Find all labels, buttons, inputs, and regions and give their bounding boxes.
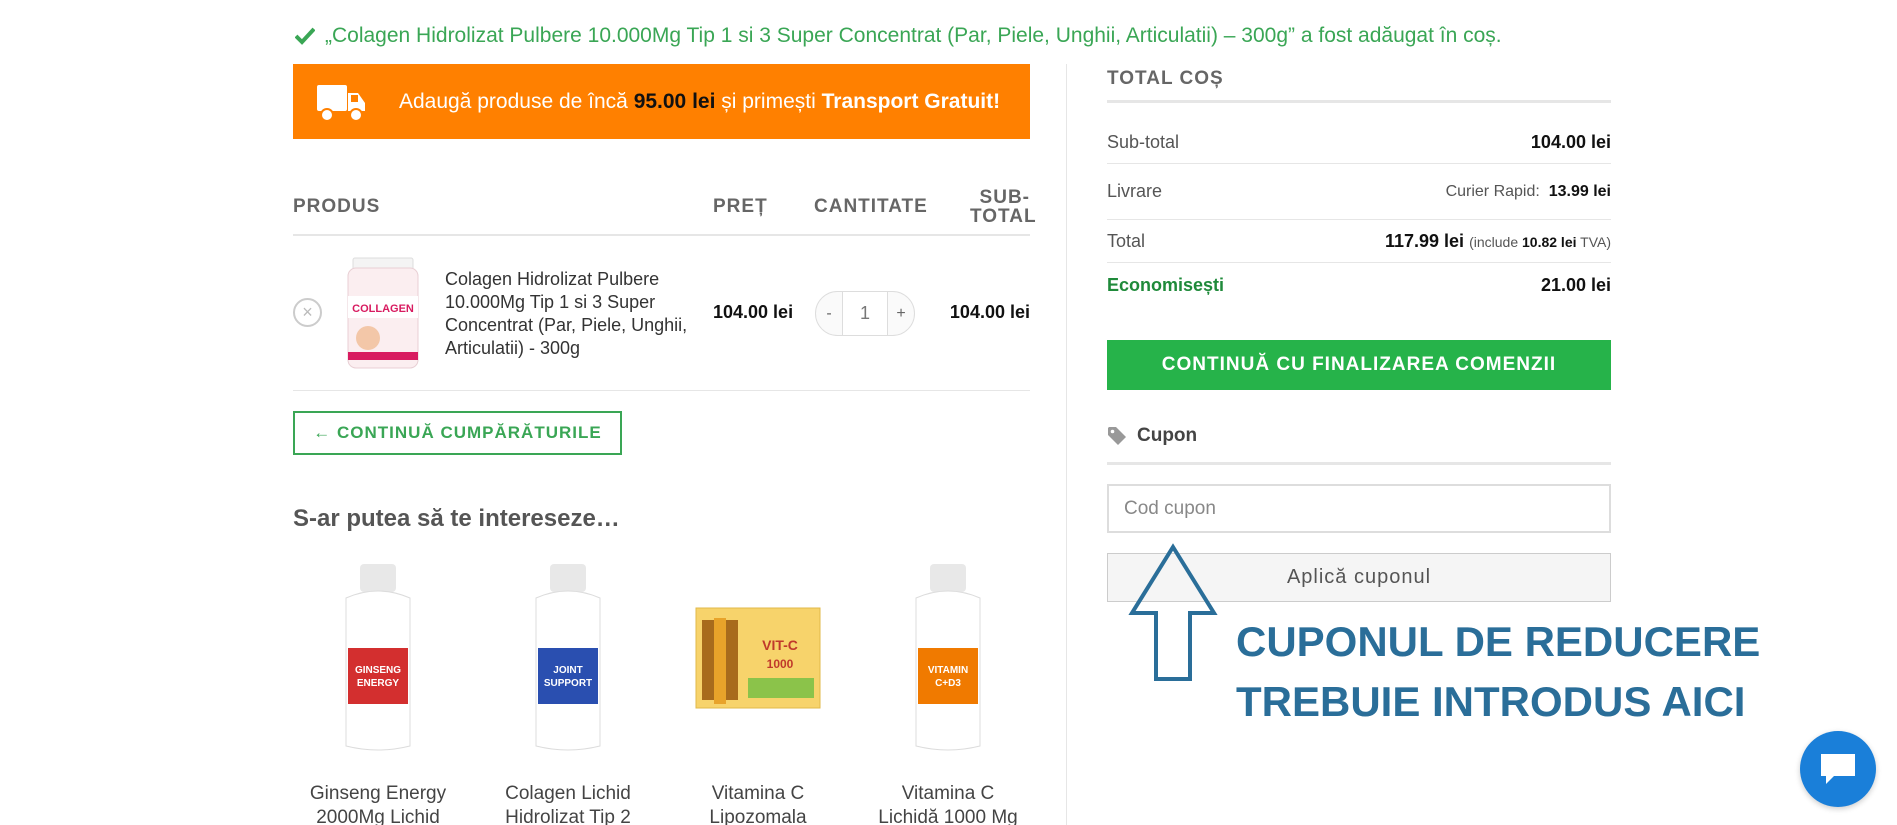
svg-text:1000: 1000 xyxy=(767,657,794,671)
product-price: 104.00 lei xyxy=(713,302,794,322)
coupon-annotation: CUPONUL DE REDUCERE TREBUIE INTRODUS AIC… xyxy=(1236,618,1761,725)
header-quantity: CANTITATE xyxy=(814,196,928,217)
quantity-increase-button[interactable]: + xyxy=(888,305,914,323)
recommendations-title: S-ar putea să te intereseze… xyxy=(293,505,620,532)
coupon-title: Cupon xyxy=(1137,425,1198,446)
quantity-decrease-button[interactable]: - xyxy=(816,305,842,323)
arrow-up-icon xyxy=(1128,543,1218,681)
svg-text:VITAMIN: VITAMIN xyxy=(928,665,968,676)
free-shipping-label: Transport Gratuit! xyxy=(821,89,1001,113)
proceed-to-checkout-button[interactable]: CONTINUĂ CU FINALIZAREA COMENZII xyxy=(1107,340,1611,390)
product-image[interactable]: JOINT SUPPORT xyxy=(498,558,638,758)
quantity-stepper: - 1 + xyxy=(815,291,915,336)
subtotal-row: Sub-total 104.00 lei xyxy=(1107,103,1611,164)
chat-button[interactable] xyxy=(1800,731,1876,807)
total-row: Total 117.99 lei (include 10.82 lei TVA) xyxy=(1107,220,1611,263)
svg-text:GINSENG: GINSENG xyxy=(355,665,401,676)
free-shipping-banner: Adaugă produse de încă 95.00 lei și prim… xyxy=(293,64,1030,139)
product-name-link[interactable]: Colagen Hidrolizat Pulbere 10.000Mg Tip … xyxy=(445,268,705,360)
svg-text:VIT-C: VIT-C xyxy=(762,637,798,653)
notice-text: „Colagen Hidrolizat Pulbere 10.000Mg Tip… xyxy=(325,24,1502,47)
remaining-amount: 95.00 lei xyxy=(633,89,716,113)
product-thumbnail[interactable]: COLLAGEN xyxy=(338,256,428,371)
header-subtotal: SUB- TOTAL xyxy=(970,187,1037,227)
totals-title: TOTAL COȘ xyxy=(1107,68,1611,103)
svg-text:C+D3: C+D3 xyxy=(935,678,961,689)
svg-text:COLLAGEN: COLLAGEN xyxy=(352,303,414,315)
continue-shopping-button[interactable]: ← CONTINUĂ CUMPĂRĂTURILE xyxy=(293,411,622,455)
rec-item-name[interactable]: Ginseng Energy 2000Mg Lichid xyxy=(293,782,463,825)
rec-item-ginseng[interactable]: GINSENG ENERGY Ginseng Energy 2000Mg Lich… xyxy=(293,558,463,825)
column-divider xyxy=(1066,64,1067,825)
product-image[interactable]: GINSENG ENERGY xyxy=(308,558,448,758)
check-icon xyxy=(295,27,315,45)
cart-totals: TOTAL COȘ Sub-total 104.00 lei Livrare C… xyxy=(1107,68,1611,307)
tag-icon xyxy=(1108,427,1126,445)
savings-value: 21.00 lei xyxy=(1540,274,1611,295)
cart-item-row: × COLLAGEN Colagen Hidrolizat Pulbere 10… xyxy=(293,236,1030,391)
rec-item-vitc-liquid[interactable]: VITAMIN C+D3 Vitamina C Lichidă 1000 Mg xyxy=(863,558,1033,825)
rec-item-name[interactable]: Vitamina C Lichidă 1000 Mg xyxy=(863,782,1033,825)
product-image[interactable]: VITAMIN C+D3 xyxy=(878,558,1018,758)
shipping-row: Livrare Curier Rapid: 13.99 lei xyxy=(1107,164,1611,220)
shipping-value: Curier Rapid: 13.99 lei xyxy=(1445,182,1611,200)
shipping-label: Livrare xyxy=(1107,181,1163,201)
svg-text:ENERGY: ENERGY xyxy=(357,678,400,689)
coupon-heading: Cupon xyxy=(1107,420,1611,465)
chat-icon xyxy=(1821,754,1855,784)
rec-item-name[interactable]: Colagen Lichid Hidrolizat Tip 2 xyxy=(483,782,653,825)
line-subtotal: 104.00 lei xyxy=(949,302,1030,322)
total-value: 117.99 lei (include 10.82 lei TVA) xyxy=(1384,230,1611,251)
coupon-code-input[interactable] xyxy=(1107,484,1611,533)
subtotal-label: Sub-total xyxy=(1107,131,1180,152)
free-shipping-message: Adaugă produse de încă 95.00 lei și prim… xyxy=(399,89,1001,113)
savings-row: Economisești 21.00 lei xyxy=(1107,263,1611,307)
quantity-input[interactable]: 1 xyxy=(842,292,888,335)
recommendations-list: GINSENG ENERGY Ginseng Energy 2000Mg Lich… xyxy=(293,558,1030,825)
cart-table-header: PRODUS PREȚ CANTITATE SUB- TOTAL xyxy=(293,187,1037,236)
remove-item-button[interactable]: × xyxy=(293,298,322,327)
savings-label: Economisești xyxy=(1107,274,1225,295)
truck-icon xyxy=(317,84,365,122)
rec-item-joint[interactable]: JOINT SUPPORT Colagen Lichid Hidrolizat T… xyxy=(483,558,653,825)
svg-text:JOINT: JOINT xyxy=(553,665,582,676)
subtotal-value: 104.00 lei xyxy=(1530,131,1611,152)
header-price: PREȚ xyxy=(713,196,768,217)
total-label: Total xyxy=(1107,230,1146,251)
rec-item-name[interactable]: Vitamina C Lipozomala xyxy=(673,782,843,825)
added-to-cart-notice: „Colagen Hidrolizat Pulbere 10.000Mg Tip… xyxy=(295,24,1502,48)
svg-text:SUPPORT: SUPPORT xyxy=(544,678,592,689)
product-image[interactable]: VIT-C 1000 xyxy=(688,558,828,758)
rec-item-vitc-lipo[interactable]: VIT-C 1000 Vitamina C Lipozomala xyxy=(673,558,843,825)
header-product: PRODUS xyxy=(293,196,381,217)
